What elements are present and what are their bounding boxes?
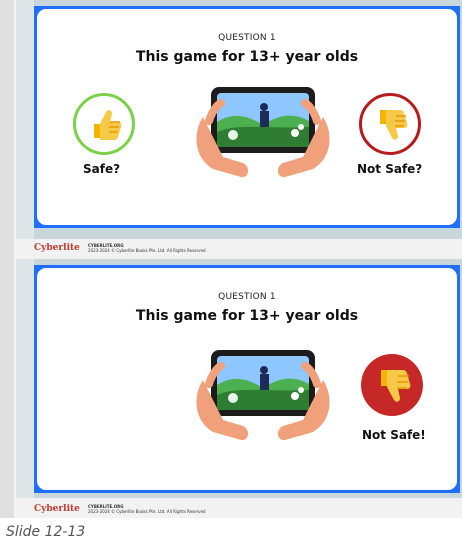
cyberlite-logo: Cyberlite — [34, 504, 80, 514]
question-number: QUESTION 1 — [218, 33, 276, 43]
safe-label: Safe? — [83, 162, 121, 176]
safe-badge[interactable] — [73, 93, 135, 155]
question-title: This game for 13+ year olds — [135, 49, 359, 65]
slide-content: QUESTION 1 This game for 13+ year olds S… — [34, 6, 460, 228]
footer-text: CYBERLITE.ORG 2023-2024 © Cyberlite Book… — [88, 243, 206, 254]
footer-text: CYBERLITE.ORG 2023-2024 © Cyberlite Book… — [88, 504, 206, 515]
not-safe-label: Not Safe! — [362, 428, 426, 442]
slide-13: QUESTION 1 This game for 13+ year olds N… — [16, 259, 462, 514]
slide-caption: Slide 12-13 — [6, 524, 86, 540]
slide-12: QUESTION 1 This game for 13+ year olds S… — [16, 0, 462, 253]
thumbs-up-icon — [94, 110, 122, 140]
phone-game-illustration — [196, 350, 330, 441]
slide-content: QUESTION 1 This game for 13+ year olds N… — [34, 265, 460, 493]
thumbs-down-icon — [380, 110, 408, 140]
slide-card: QUESTION 1 This game for 13+ year olds N… — [34, 265, 460, 493]
not-safe-badge[interactable] — [359, 93, 421, 155]
footer-copyright: 2023-2024 © Cyberlite Books Pte. Ltd. Al… — [88, 247, 206, 253]
question-number: QUESTION 1 — [218, 292, 276, 302]
not-safe-badge[interactable] — [361, 354, 423, 416]
question-title: This game for 13+ year olds — [135, 308, 359, 324]
cyberlite-logo: Cyberlite — [34, 243, 80, 253]
slide-left-edge — [16, 0, 34, 239]
slides-frame: QUESTION 1 This game for 13+ year olds S… — [0, 0, 462, 518]
phone-game-illustration — [196, 87, 330, 178]
slide-left-edge — [16, 259, 34, 498]
left-rail — [0, 0, 14, 518]
thumbs-down-icon — [381, 370, 411, 402]
slide-card: QUESTION 1 This game for 13+ year olds S… — [34, 6, 460, 228]
footer-copyright: 2023-2024 © Cyberlite Books Pte. Ltd. Al… — [88, 508, 206, 514]
not-safe-label: Not Safe? — [357, 162, 423, 176]
